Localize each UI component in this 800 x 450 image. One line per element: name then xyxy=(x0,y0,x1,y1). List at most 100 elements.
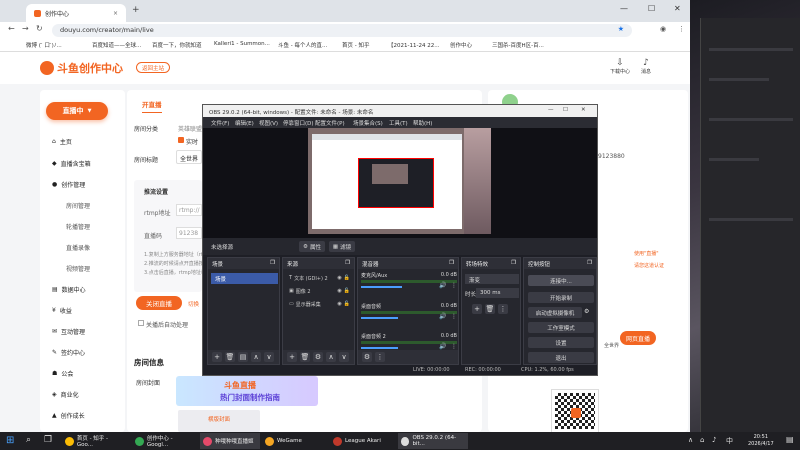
sidebar-item-guild[interactable]: ☗ 公会 xyxy=(52,369,73,378)
start-recording-button[interactable]: 开始录制 xyxy=(528,292,594,303)
network-icon[interactable]: ⌂ xyxy=(700,436,704,444)
bookmark-item[interactable]: 【2021-11-24 22... xyxy=(388,41,439,49)
mixer-settings-button[interactable]: ⚙ xyxy=(362,352,372,362)
transition-select[interactable]: 渐变 xyxy=(465,274,519,284)
obs-menu-file[interactable]: 文件(F) xyxy=(211,119,229,127)
lock-icon[interactable]: 🔓 xyxy=(344,288,350,294)
obs-menu-scene-collection[interactable]: 场景集合(S) xyxy=(353,119,383,127)
properties-button[interactable]: ⚙ 属性 xyxy=(299,241,325,252)
bookmark-item[interactable]: 三国杀-百度H区-百... xyxy=(492,41,544,49)
scene-item[interactable]: 场景 xyxy=(211,273,278,284)
volume-slider[interactable] xyxy=(361,317,398,319)
undock-icon[interactable]: ❐ xyxy=(270,260,275,266)
profile-icon[interactable]: ◉ xyxy=(660,25,666,33)
source-item[interactable]: ▭ 显示器采集 ◉ 🔓 xyxy=(286,299,353,309)
add-source-button[interactable]: + xyxy=(287,352,297,362)
bookmark-item[interactable]: 百度一下，你就知道 xyxy=(152,41,202,49)
reload-icon[interactable]: ↻ xyxy=(36,24,43,33)
obs-menu-view[interactable]: 视图(V) xyxy=(259,119,278,127)
volume-slider[interactable] xyxy=(361,347,398,349)
taskbar-item[interactable]: 种哦种哦直播姬 xyxy=(200,433,260,449)
add-scene-button[interactable]: + xyxy=(212,352,222,362)
back-icon[interactable]: ← xyxy=(8,24,15,33)
filters-button[interactable]: ▦ 滤镜 xyxy=(329,241,355,252)
settings-button[interactable]: 设置 xyxy=(528,337,594,348)
bookmark-star-icon[interactable]: ★ xyxy=(618,25,624,33)
rtmp-address-field[interactable]: rtmp:// xyxy=(176,204,202,216)
close-window-icon[interactable]: ✕ xyxy=(674,4,681,13)
lock-icon[interactable]: 🔓 xyxy=(344,275,350,281)
speaker-icon[interactable]: 🔊 xyxy=(439,343,446,350)
realtime-checkbox[interactable]: 实时 xyxy=(178,137,198,146)
bookmark-item[interactable]: 斗鱼 - 每个人的直... xyxy=(278,41,327,49)
speaker-icon[interactable]: 🔊 xyxy=(439,282,446,289)
ime-indicator[interactable]: 中 xyxy=(726,436,733,446)
obs-menu-help[interactable]: 帮助(H) xyxy=(413,119,432,127)
more-icon[interactable]: ⋮ xyxy=(451,282,457,289)
close-live-button[interactable]: 关闭直播 xyxy=(136,296,182,310)
source-item[interactable]: ▣ 图像 2 ◉ 🔓 xyxy=(286,286,353,296)
obs-menu-tools[interactable]: 工具(T) xyxy=(389,119,408,127)
download-center[interactable]: ⇩ 下载中心 xyxy=(608,58,632,75)
bookmark-item[interactable]: 百度知道——全球... xyxy=(92,41,141,49)
volume-slider[interactable] xyxy=(361,286,402,288)
tab-start-live[interactable]: 开直播 xyxy=(142,99,162,113)
sidebar-item-home[interactable]: ⌂ 主页 xyxy=(52,137,72,146)
url-input[interactable]: douyu.com/creator/main/live ★ xyxy=(52,24,632,37)
duration-input[interactable]: 300 ms xyxy=(476,288,519,298)
obs-menu-docks[interactable]: 停靠窗口(D) xyxy=(283,119,314,127)
eye-icon[interactable]: ◉ xyxy=(337,288,341,294)
sidebar-item-carousel[interactable]: 轮播管理 xyxy=(66,222,90,231)
undock-icon[interactable]: ❐ xyxy=(345,260,350,266)
scene-filters-button[interactable]: ▤ xyxy=(238,352,248,362)
studio-mode-button[interactable]: 工作室模式 xyxy=(528,322,594,333)
maximize-icon[interactable]: ☐ xyxy=(648,4,655,13)
add-transition-button[interactable]: + xyxy=(472,304,482,314)
start-icon[interactable]: ⊞ xyxy=(6,435,14,446)
move-up-icon[interactable]: ∧ xyxy=(326,352,336,362)
sidebar-item-treasure[interactable]: ◆ 直播含宝箱 xyxy=(52,159,91,168)
live-status-button[interactable]: 直播中 ▼ xyxy=(46,102,108,120)
taskbar-item[interactable]: WeGame xyxy=(262,433,328,449)
undock-icon[interactable]: ❐ xyxy=(511,260,516,266)
start-virtual-camera-button[interactable]: 启动虚拟摄像机 xyxy=(528,307,582,318)
bookmark-item[interactable]: Kalleri1 - Summon... xyxy=(214,41,270,47)
sidebar-item-growth[interactable]: ▲ 创作成长 xyxy=(52,411,85,420)
cover-guide-banner[interactable]: 斗鱼直播 热门封面制作指南 xyxy=(176,376,318,406)
menu-icon[interactable]: ⋮ xyxy=(678,25,685,33)
transition-menu-button[interactable]: ⋮ xyxy=(498,304,508,314)
room-title-input[interactable]: 全世界 xyxy=(176,150,202,164)
tray-chevron-icon[interactable]: ∧ xyxy=(688,436,693,444)
more-icon[interactable]: ⋮ xyxy=(451,313,457,320)
bookmark-item[interactable]: 微博 ( ̄ 口 ̄)ﾉ... xyxy=(26,41,62,49)
remove-scene-button[interactable]: 🗑 xyxy=(225,352,235,362)
volume-icon[interactable]: ♪ xyxy=(712,436,716,444)
forward-icon[interactable]: → xyxy=(22,24,29,33)
remove-transition-button[interactable]: 🗑 xyxy=(485,304,495,314)
bookmark-item[interactable]: 首页 - 知乎 xyxy=(342,41,369,49)
minimize-icon[interactable]: — xyxy=(620,4,628,13)
eye-icon[interactable]: ◉ xyxy=(337,301,341,307)
exit-button[interactable]: 退出 xyxy=(528,352,594,363)
cover-thumbnail[interactable]: 横版封面 xyxy=(178,410,260,432)
taskbar-item[interactable]: 首页 - 知乎 - Goo... xyxy=(62,433,128,449)
sidebar-item-creation[interactable]: ● 创作管理 xyxy=(52,180,85,189)
task-view-icon[interactable]: ❐ xyxy=(44,435,52,445)
more-icon[interactable]: ⋮ xyxy=(451,343,457,350)
move-up-icon[interactable]: ∧ xyxy=(251,352,261,362)
mixer-menu-button[interactable]: ⋮ xyxy=(375,352,385,362)
remove-source-button[interactable]: 🗑 xyxy=(300,352,310,362)
obs-menu-profile[interactable]: 配置文件(P) xyxy=(315,119,345,127)
auto-handle-checkbox[interactable]: 关播后自动处理 xyxy=(138,320,188,329)
back-home-button[interactable]: 返回主站 xyxy=(136,62,171,73)
speaker-icon[interactable]: 🔊 xyxy=(439,313,446,320)
obs-menu-edit[interactable]: 编辑(E) xyxy=(235,119,254,127)
sidebar-item-income[interactable]: ¥ 收益 xyxy=(52,306,72,315)
move-down-icon[interactable]: ∨ xyxy=(264,352,274,362)
notification-icon[interactable]: ▤ xyxy=(786,435,794,444)
source-item[interactable]: T 文本 (GDI+) 2 ◉ 🔓 xyxy=(286,273,353,283)
sidebar-item-contract[interactable]: ✎ 签约中心 xyxy=(52,348,85,357)
gear-icon[interactable]: ⚙ xyxy=(584,308,589,315)
eye-icon[interactable]: ◉ xyxy=(337,275,341,281)
sidebar-item-interaction[interactable]: ✉ 互动管理 xyxy=(52,327,85,336)
